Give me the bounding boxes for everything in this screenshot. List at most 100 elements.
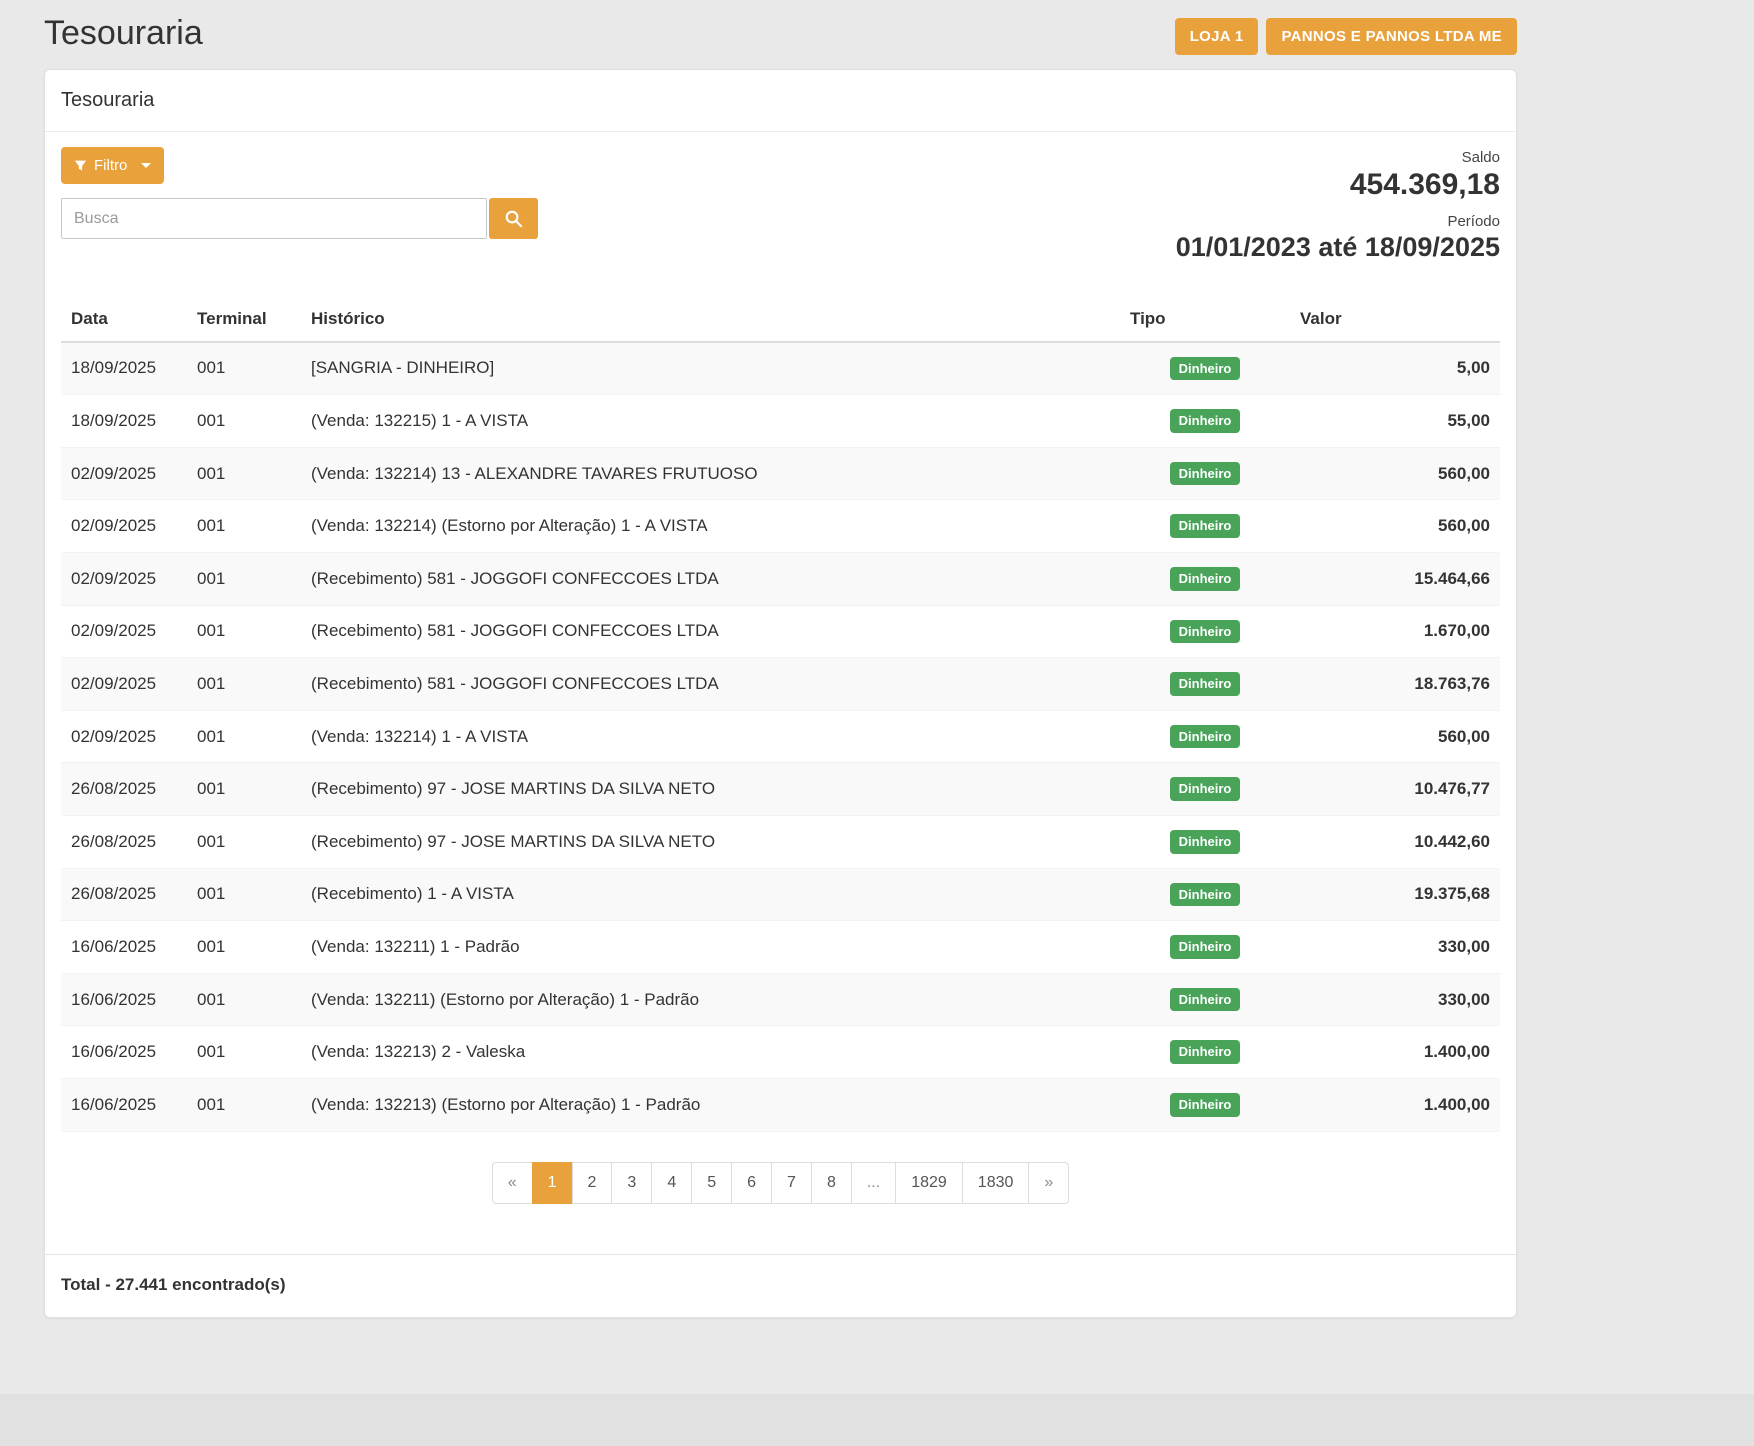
- table-row: 02/09/2025001(Venda: 132214) (Estorno po…: [61, 500, 1500, 553]
- tipo-badge: Dinheiro: [1170, 409, 1241, 433]
- cell-valor: 19.375,68: [1290, 868, 1500, 921]
- cell-tipo: Dinheiro: [1120, 552, 1290, 605]
- cell-tipo: Dinheiro: [1120, 1026, 1290, 1079]
- cell-valor: 1.400,00: [1290, 1078, 1500, 1131]
- page-button[interactable]: 4: [651, 1162, 692, 1204]
- column-header-tipo: Tipo: [1120, 297, 1290, 342]
- toolbar: Filtro: [61, 147, 1500, 265]
- filter-button[interactable]: Filtro: [61, 147, 164, 184]
- cell-tipo: Dinheiro: [1120, 763, 1290, 816]
- cell-tipo: Dinheiro: [1120, 342, 1290, 395]
- cell-historico: (Venda: 132214) 1 - A VISTA: [301, 710, 1120, 763]
- cell-data: 02/09/2025: [61, 710, 187, 763]
- cell-data: 02/09/2025: [61, 447, 187, 500]
- cell-historico: (Venda: 132213) (Estorno por Alteração) …: [301, 1078, 1120, 1131]
- page-button[interactable]: 5: [691, 1162, 732, 1204]
- card-title: Tesouraria: [45, 70, 1516, 132]
- cell-historico: (Venda: 132211) 1 - Padrão: [301, 921, 1120, 974]
- cell-data: 18/09/2025: [61, 395, 187, 448]
- tipo-badge: Dinheiro: [1170, 567, 1241, 591]
- cell-terminal: 001: [187, 1026, 301, 1079]
- tipo-badge: Dinheiro: [1170, 620, 1241, 644]
- cell-data: 02/09/2025: [61, 552, 187, 605]
- cell-tipo: Dinheiro: [1120, 868, 1290, 921]
- cell-terminal: 001: [187, 763, 301, 816]
- store-button[interactable]: LOJA 1: [1175, 18, 1259, 55]
- cell-historico: (Recebimento) 581 - JOGGOFI CONFECCOES L…: [301, 552, 1120, 605]
- summary-panel: Saldo 454.369,18 Período 01/01/2023 até …: [1176, 147, 1500, 265]
- cell-valor: 560,00: [1290, 447, 1500, 500]
- cell-terminal: 001: [187, 921, 301, 974]
- cell-tipo: Dinheiro: [1120, 658, 1290, 711]
- cell-data: 18/09/2025: [61, 342, 187, 395]
- cell-valor: 560,00: [1290, 500, 1500, 553]
- cell-valor: 5,00: [1290, 342, 1500, 395]
- table-header: Data Terminal Histórico Tipo Valor: [61, 297, 1500, 342]
- page-button[interactable]: 1: [532, 1162, 573, 1204]
- cell-tipo: Dinheiro: [1120, 447, 1290, 500]
- cell-data: 16/06/2025: [61, 1078, 187, 1131]
- tesouraria-card: Tesouraria Filtro: [44, 69, 1517, 1318]
- table-row: 16/06/2025001(Venda: 132211) 1 - PadrãoD…: [61, 921, 1500, 974]
- cell-terminal: 001: [187, 500, 301, 553]
- cell-terminal: 001: [187, 552, 301, 605]
- column-header-valor: Valor: [1290, 297, 1500, 342]
- header-buttons: LOJA 1 PANNOS E PANNOS LTDA ME: [1175, 18, 1517, 55]
- cell-tipo: Dinheiro: [1120, 921, 1290, 974]
- cell-data: 02/09/2025: [61, 658, 187, 711]
- cell-data: 26/08/2025: [61, 763, 187, 816]
- table-row: 18/09/2025001[SANGRIA - DINHEIRO]Dinheir…: [61, 342, 1500, 395]
- cell-historico: (Recebimento) 581 - JOGGOFI CONFECCOES L…: [301, 658, 1120, 711]
- cell-historico: (Venda: 132213) 2 - Valeska: [301, 1026, 1120, 1079]
- pagination: «12345678...18291830»: [61, 1162, 1500, 1204]
- cell-valor: 1.670,00: [1290, 605, 1500, 658]
- cell-historico: (Recebimento) 97 - JOSE MARTINS DA SILVA…: [301, 815, 1120, 868]
- column-header-historico: Histórico: [301, 297, 1120, 342]
- total-count: Total - 27.441 encontrado(s): [45, 1254, 1516, 1317]
- cell-valor: 330,00: [1290, 921, 1500, 974]
- cell-tipo: Dinheiro: [1120, 1078, 1290, 1131]
- cell-data: 16/06/2025: [61, 921, 187, 974]
- tipo-badge: Dinheiro: [1170, 988, 1241, 1012]
- cell-terminal: 001: [187, 710, 301, 763]
- table-row: 02/09/2025001(Recebimento) 581 - JOGGOFI…: [61, 605, 1500, 658]
- cell-tipo: Dinheiro: [1120, 710, 1290, 763]
- company-button[interactable]: PANNOS E PANNOS LTDA ME: [1266, 18, 1517, 55]
- cell-terminal: 001: [187, 447, 301, 500]
- search-button[interactable]: [489, 198, 538, 239]
- table-row: 16/06/2025001(Venda: 132213) 2 - Valeska…: [61, 1026, 1500, 1079]
- cell-data: 16/06/2025: [61, 973, 187, 1026]
- page-button[interactable]: 7: [771, 1162, 812, 1204]
- cell-valor: 10.476,77: [1290, 763, 1500, 816]
- cell-historico: (Venda: 132211) (Estorno por Alteração) …: [301, 973, 1120, 1026]
- search-input[interactable]: [61, 198, 487, 239]
- cell-terminal: 001: [187, 1078, 301, 1131]
- pagination-ellipsis: ...: [851, 1162, 896, 1204]
- table-body: 18/09/2025001[SANGRIA - DINHEIRO]Dinheir…: [61, 342, 1500, 1131]
- page-button[interactable]: 6: [731, 1162, 772, 1204]
- cell-terminal: 001: [187, 658, 301, 711]
- page-button[interactable]: 1830: [962, 1162, 1030, 1204]
- page-button[interactable]: 1829: [895, 1162, 963, 1204]
- pagination-next[interactable]: »: [1028, 1162, 1069, 1204]
- page-title: Tesouraria: [44, 14, 203, 53]
- card-body: Filtro: [45, 132, 1516, 1254]
- page-button[interactable]: 8: [811, 1162, 852, 1204]
- cell-data: 26/08/2025: [61, 868, 187, 921]
- periodo-value: 01/01/2023 até 18/09/2025: [1176, 230, 1500, 265]
- cell-data: 02/09/2025: [61, 605, 187, 658]
- page-button[interactable]: 3: [611, 1162, 652, 1204]
- page-header: Tesouraria LOJA 1 PANNOS E PANNOS LTDA M…: [44, 0, 1517, 69]
- page-button[interactable]: 2: [572, 1162, 613, 1204]
- cell-valor: 10.442,60: [1290, 815, 1500, 868]
- column-header-data: Data: [61, 297, 187, 342]
- cell-terminal: 001: [187, 342, 301, 395]
- cell-data: 16/06/2025: [61, 1026, 187, 1079]
- table-row: 02/09/2025001(Recebimento) 581 - JOGGOFI…: [61, 552, 1500, 605]
- filter-icon: [74, 159, 87, 172]
- search-row: [61, 198, 538, 239]
- table-row: 02/09/2025001(Venda: 132214) 13 - ALEXAN…: [61, 447, 1500, 500]
- pagination-prev[interactable]: «: [492, 1162, 533, 1204]
- cell-data: 26/08/2025: [61, 815, 187, 868]
- saldo-value: 454.369,18: [1176, 166, 1500, 204]
